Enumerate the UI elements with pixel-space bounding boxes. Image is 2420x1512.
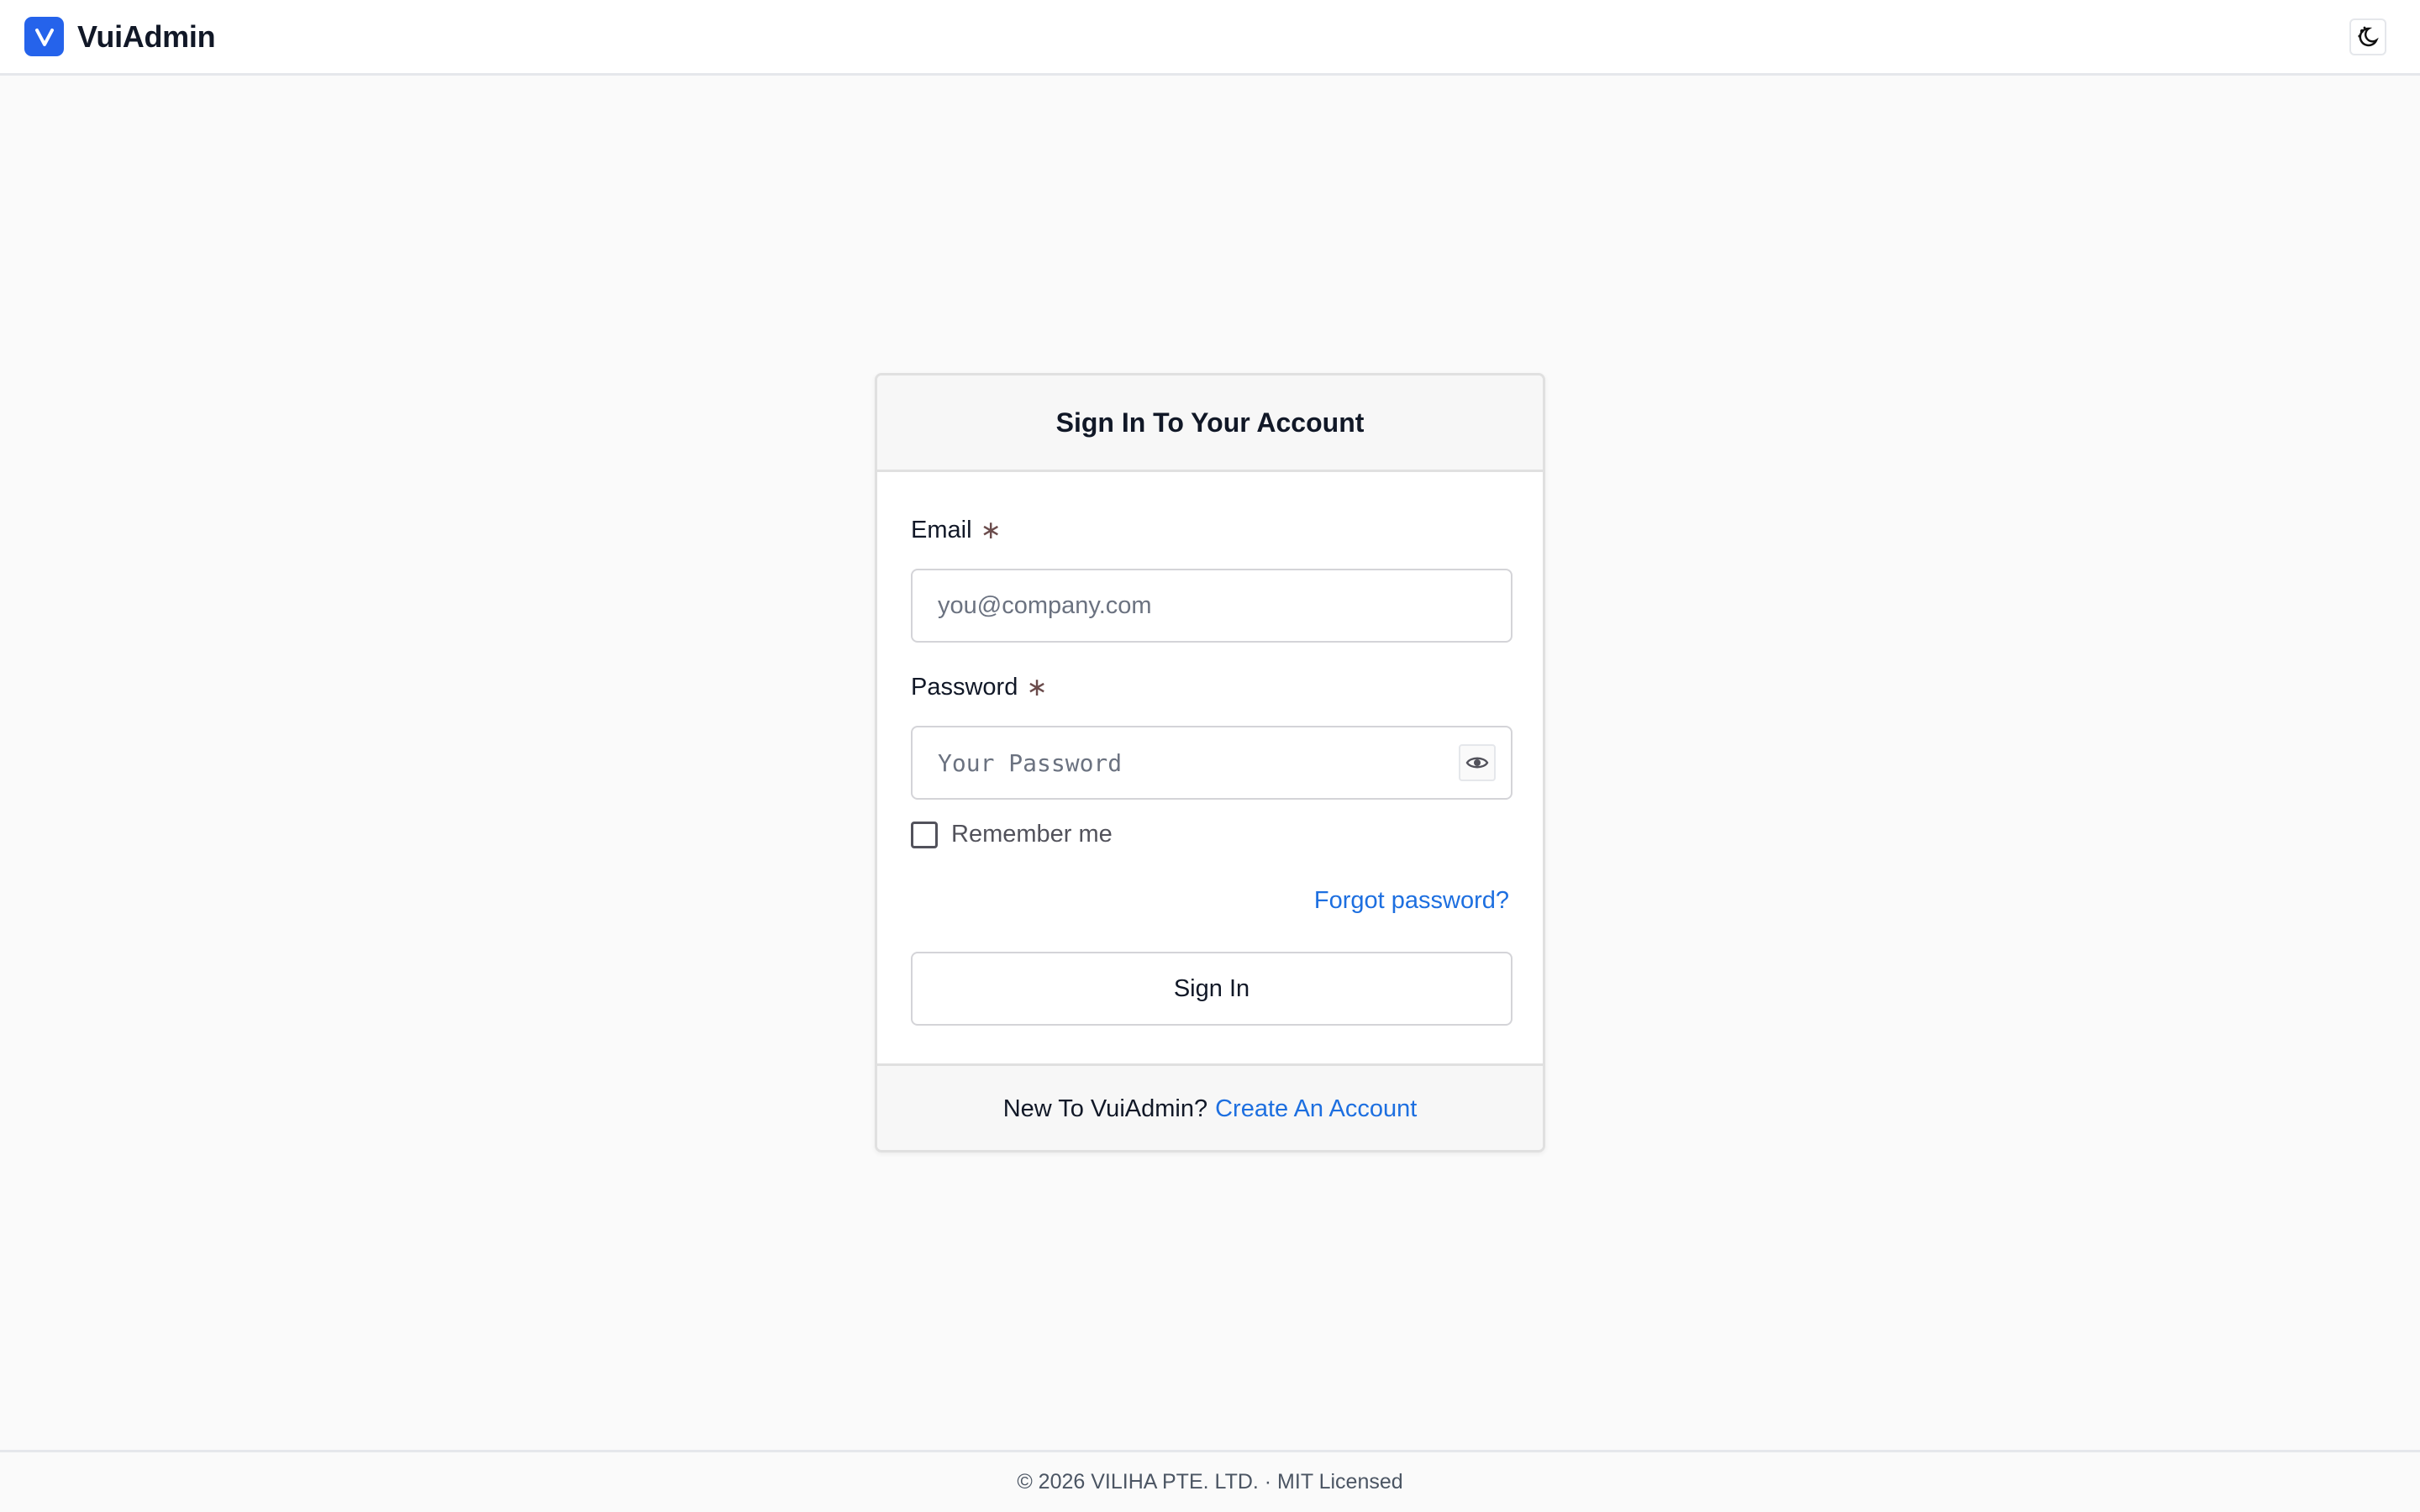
app-name: VuiAdmin (77, 18, 216, 54)
brand[interactable]: VuiAdmin (24, 17, 216, 56)
moon-sun-icon (2358, 26, 2379, 46)
eye-icon (1465, 757, 1489, 769)
login-form: Email ∗ Password ∗ Remember me Forgot pa… (877, 472, 1543, 1063)
remember-me-checkbox[interactable] (911, 821, 938, 848)
show-password-button[interactable] (1459, 744, 1496, 781)
theme-toggle-button[interactable] (2349, 18, 2386, 55)
password-label-text: Password (911, 674, 1018, 701)
email-field[interactable] (913, 570, 1511, 641)
card-footer: New To VuiAdmin? Create An Account (877, 1063, 1543, 1150)
create-account-link[interactable]: Create An Account (1215, 1095, 1417, 1123)
card-header: Sign In To Your Account (877, 375, 1543, 472)
required-mark: ∗ (1026, 674, 1048, 701)
email-label: Email ∗ (911, 516, 1002, 545)
forgot-password-link[interactable]: Forgot password? (1314, 887, 1509, 915)
password-field-wrapper (911, 726, 1512, 800)
login-card: Sign In To Your Account Email ∗ Password… (875, 373, 1545, 1152)
page-footer: © 2026 VILIHA PTE. LTD. · MIT Licensed (0, 1450, 2420, 1512)
page-title: Sign In To Your Account (1055, 407, 1365, 438)
new-user-text: New To VuiAdmin? (1002, 1095, 1208, 1122)
sign-in-button[interactable]: Sign In (911, 952, 1512, 1026)
copyright-text: © 2026 VILIHA PTE. LTD. · MIT Licensed (1017, 1470, 1403, 1494)
email-field-wrapper (911, 569, 1512, 643)
password-field[interactable] (913, 727, 1511, 798)
required-mark: ∗ (980, 517, 1002, 544)
top-bar: VuiAdmin (0, 0, 2420, 76)
remember-me[interactable]: Remember me (911, 821, 1113, 848)
remember-me-label[interactable]: Remember me (951, 821, 1113, 848)
password-label: Password ∗ (911, 673, 1047, 702)
v-logo-icon (24, 17, 64, 56)
email-label-text: Email (911, 517, 972, 543)
